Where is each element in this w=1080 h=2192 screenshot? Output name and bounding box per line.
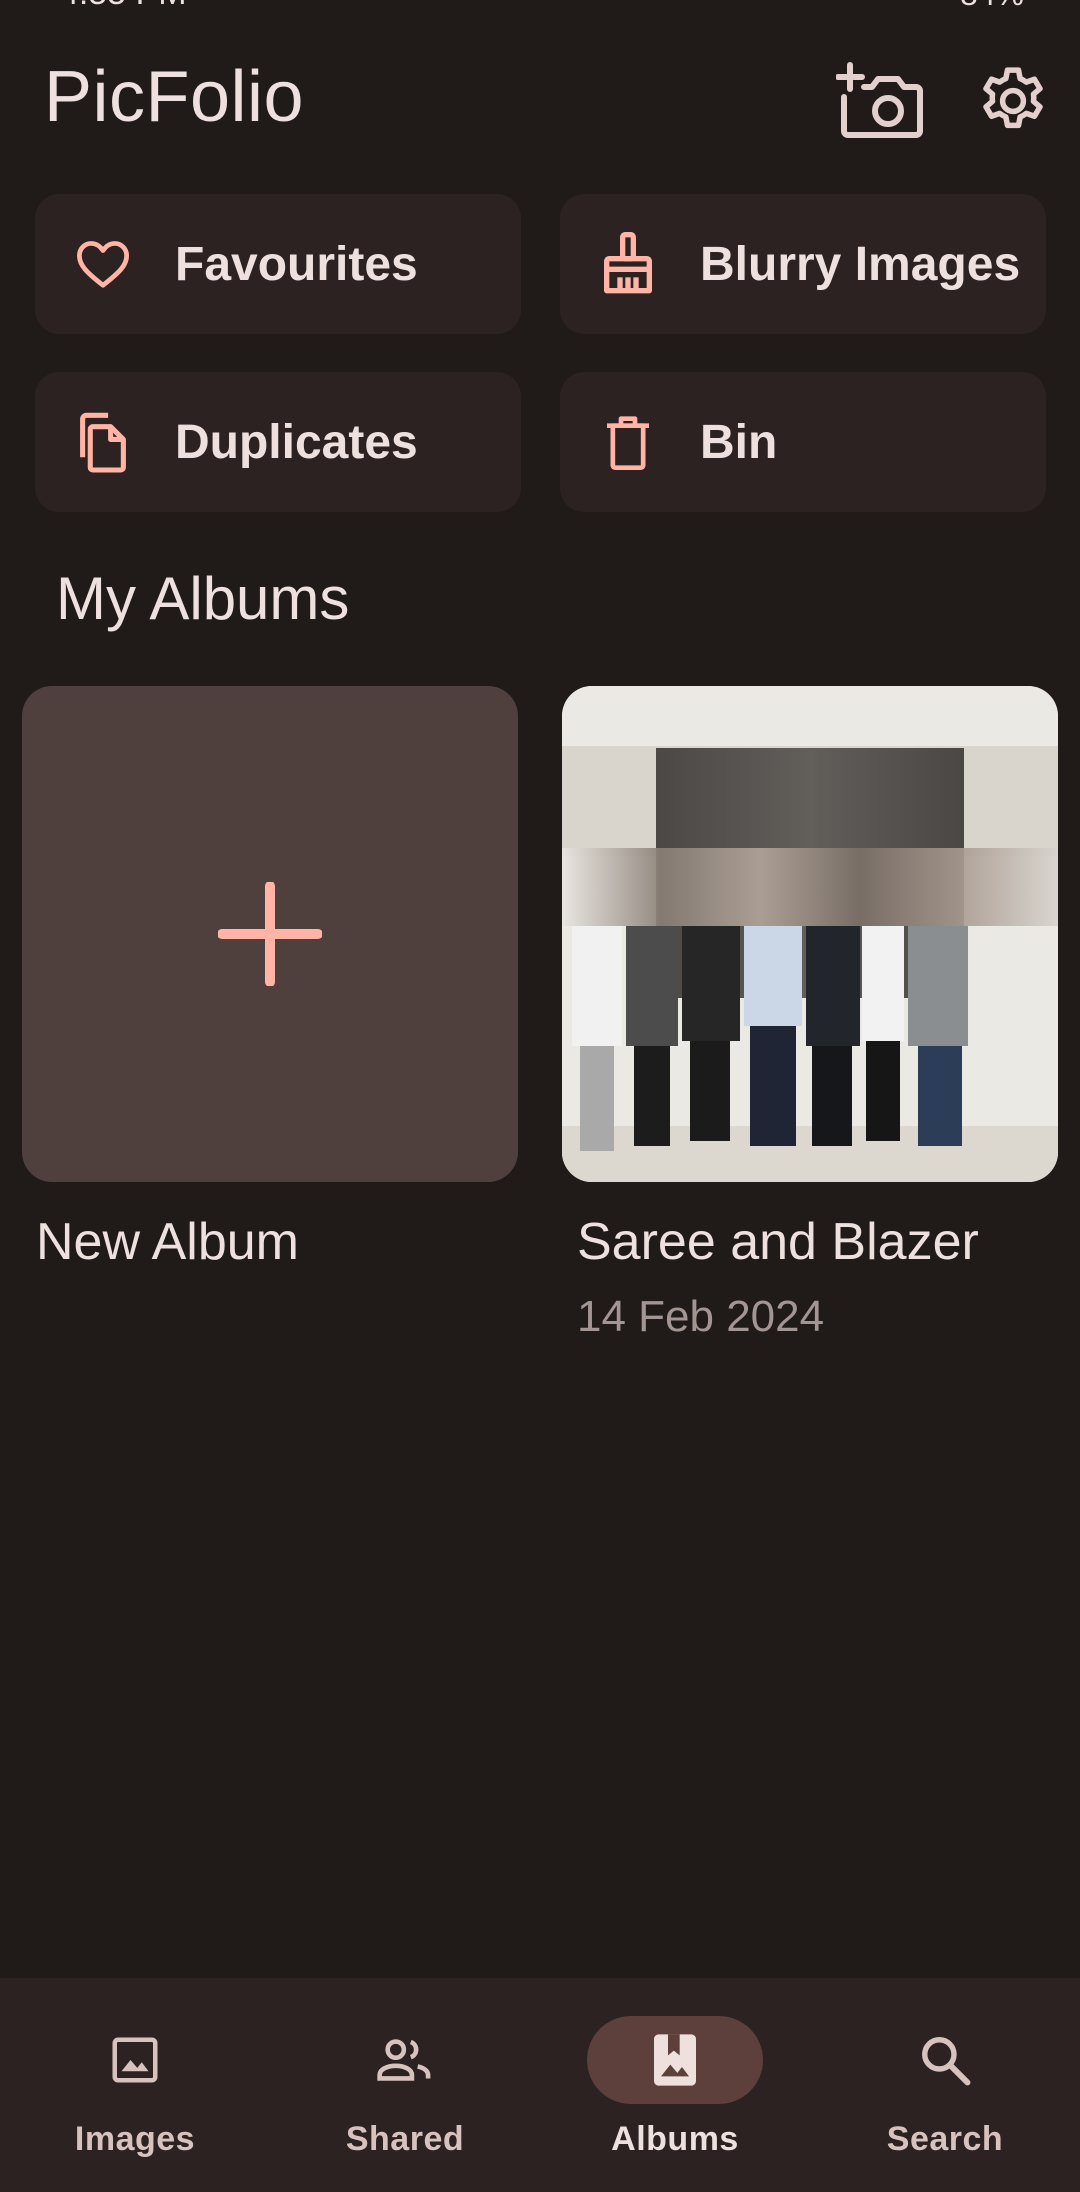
nav-shared-label: Shared (345, 2120, 465, 2158)
search-icon (922, 2037, 971, 2086)
add-camera-button[interactable] (836, 56, 926, 146)
bin-button[interactable]: Bin (560, 372, 1046, 512)
nav-images-label: Images (74, 2120, 196, 2158)
blurry-images-button[interactable]: Blurry Images (560, 194, 1046, 334)
trash-icon (607, 416, 649, 470)
settings-button[interactable] (968, 56, 1058, 146)
album-cover-photo (562, 686, 1058, 1182)
new-album-label: New Album (36, 1213, 299, 1271)
status-bar: 4:55 PM 84% (0, 0, 1080, 14)
plus-icon (218, 882, 322, 986)
bottom-navigation: Images Shared Albums Search (0, 1978, 1080, 2192)
bin-label: Bin (700, 415, 778, 469)
heart-icon (77, 241, 129, 288)
album-date: 14 Feb 2024 (577, 1292, 825, 1341)
favourites-label: Favourites (175, 237, 418, 291)
album-name: Saree and Blazer (577, 1213, 979, 1271)
saree-and-blazer-album-tile[interactable] (562, 686, 1058, 1182)
status-indicators: 84% (960, 0, 1024, 13)
nav-images[interactable]: Images (0, 1978, 270, 2192)
duplicates-button[interactable]: Duplicates (35, 372, 521, 512)
album-icon (654, 2034, 696, 2086)
duplicates-label: Duplicates (175, 415, 418, 469)
blurry-images-label: Blurry Images (700, 237, 1021, 291)
new-album-tile[interactable] (22, 686, 518, 1182)
copy-icon (80, 412, 126, 473)
broom-icon (604, 232, 652, 294)
nav-search-label: Search (886, 2120, 1004, 2158)
my-albums-heading: My Albums (56, 565, 350, 632)
people-icon (377, 2039, 431, 2081)
favourites-button[interactable]: Favourites (35, 194, 521, 334)
gear-icon (983, 67, 1043, 129)
app-title: PicFolio (44, 57, 305, 137)
add-camera-icon (836, 62, 923, 138)
nav-albums[interactable]: Albums (540, 1978, 810, 2192)
image-icon (112, 2037, 158, 2083)
nav-shared[interactable]: Shared (270, 1978, 540, 2192)
nav-albums-label: Albums (611, 2120, 739, 2158)
status-time: 4:55 PM (60, 0, 187, 13)
nav-search[interactable]: Search (810, 1978, 1080, 2192)
